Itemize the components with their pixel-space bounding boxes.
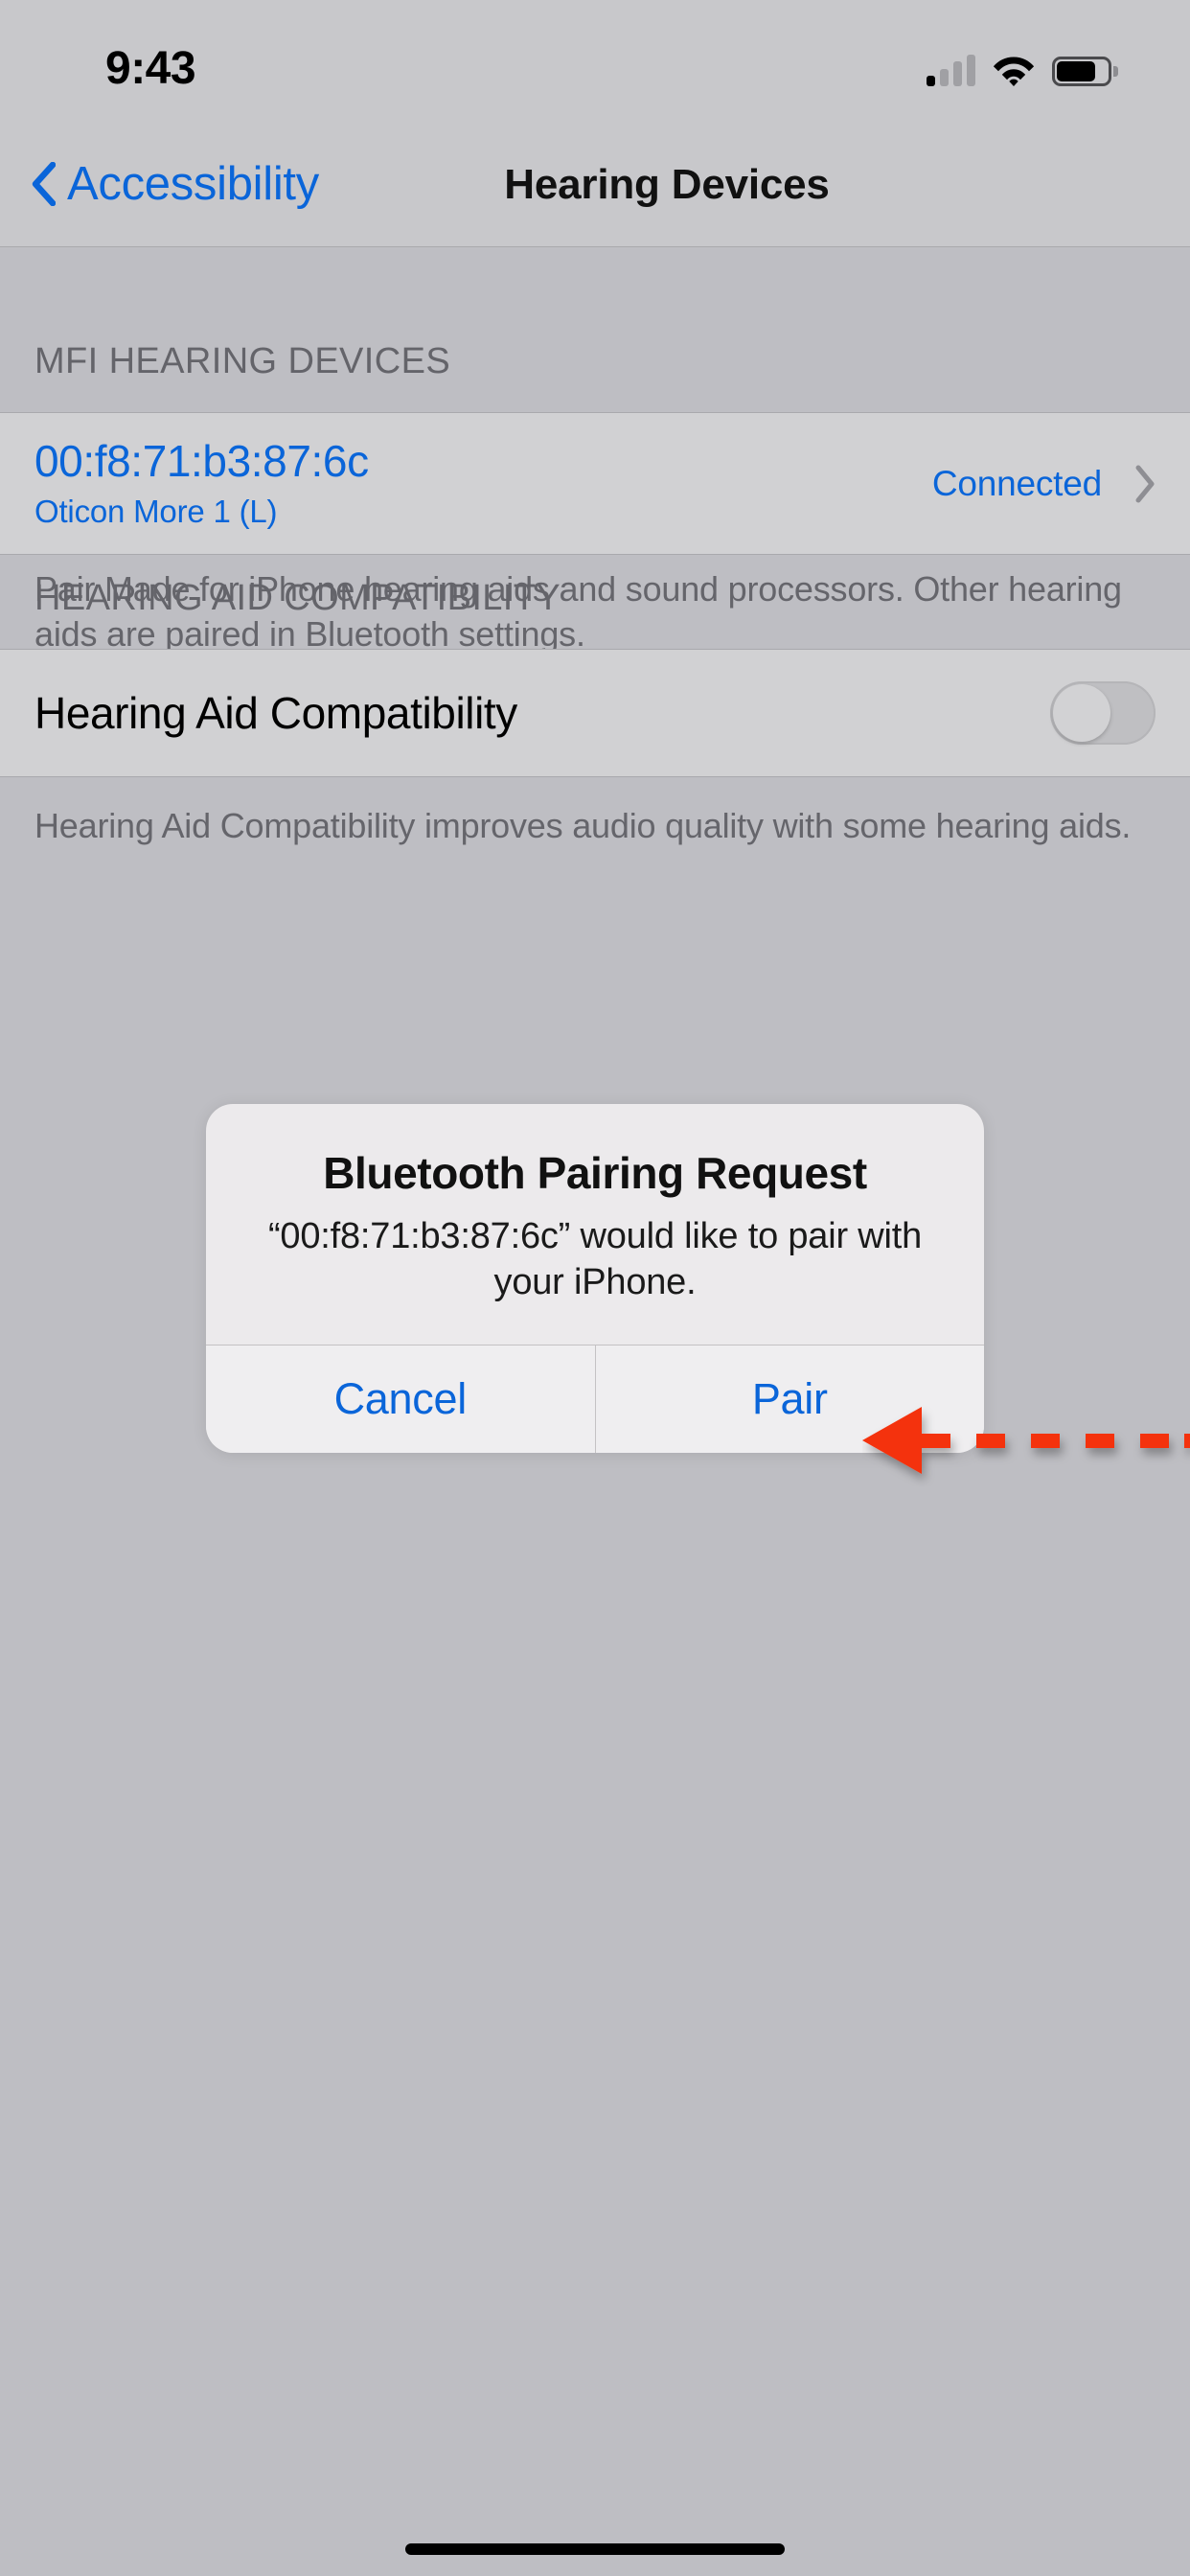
wifi-icon — [993, 57, 1035, 86]
section-footer-hearing-aid-compatibility: Hearing Aid Compatibility improves audio… — [34, 806, 1132, 845]
hearing-device-row[interactable]: 00:f8:71:b3:87:6c Oticon More 1 (L) Conn… — [0, 413, 1190, 554]
section-header-hearing-aid-compatibility: HEARING AID COMPATIBILITY — [34, 578, 561, 618]
hearing-aid-compatibility-switch[interactable] — [1050, 681, 1156, 745]
alert-title: Bluetooth Pairing Request — [323, 1148, 867, 1198]
page-title: Hearing Devices — [504, 161, 830, 208]
section-header-mfi-hearing-devices: MFI HEARING DEVICES — [34, 341, 451, 381]
status-bar-indicators — [927, 44, 1118, 86]
hearing-device-status: Connected — [931, 463, 1102, 503]
pair-button[interactable]: Pair — [594, 1345, 984, 1453]
status-bar: 9:43 — [0, 0, 1190, 126]
hearing-device-model: Oticon More 1 (L) — [34, 493, 278, 529]
hearing-device-mac-address: 00:f8:71:b3:87:6c — [34, 436, 369, 487]
alert-actions: Cancel Pair — [206, 1344, 984, 1453]
battery-icon — [1052, 57, 1118, 86]
iphone-screen: 9:43 Accessibility Hearing Devices MFI H… — [0, 0, 1190, 2576]
alert-body: Bluetooth Pairing Request “00:f8:71:b3:8… — [206, 1104, 984, 1345]
hearing-device-texts: 00:f8:71:b3:87:6c Oticon More 1 (L) — [34, 437, 932, 530]
navigation-bar: Accessibility Hearing Devices — [0, 126, 1190, 247]
bluetooth-pairing-alert: Bluetooth Pairing Request “00:f8:71:b3:8… — [206, 1104, 984, 1453]
home-indicator[interactable] — [405, 2543, 785, 2555]
alert-message: “00:f8:71:b3:87:6c” would like to pair w… — [267, 1215, 923, 1302]
hearing-aid-compatibility-group: Hearing Aid Compatibility — [0, 649, 1190, 777]
switch-knob — [1053, 684, 1110, 742]
hearing-aid-compatibility-label: Hearing Aid Compatibility — [34, 688, 517, 738]
cancel-button[interactable]: Cancel — [206, 1345, 595, 1453]
cellular-signal-icon — [927, 54, 975, 86]
mfi-hearing-devices-group: 00:f8:71:b3:87:6c Oticon More 1 (L) Conn… — [0, 412, 1190, 555]
chevron-right-icon — [1135, 465, 1155, 502]
status-bar-clock: 9:43 — [105, 43, 196, 94]
hearing-aid-compatibility-row[interactable]: Hearing Aid Compatibility — [0, 650, 1190, 776]
